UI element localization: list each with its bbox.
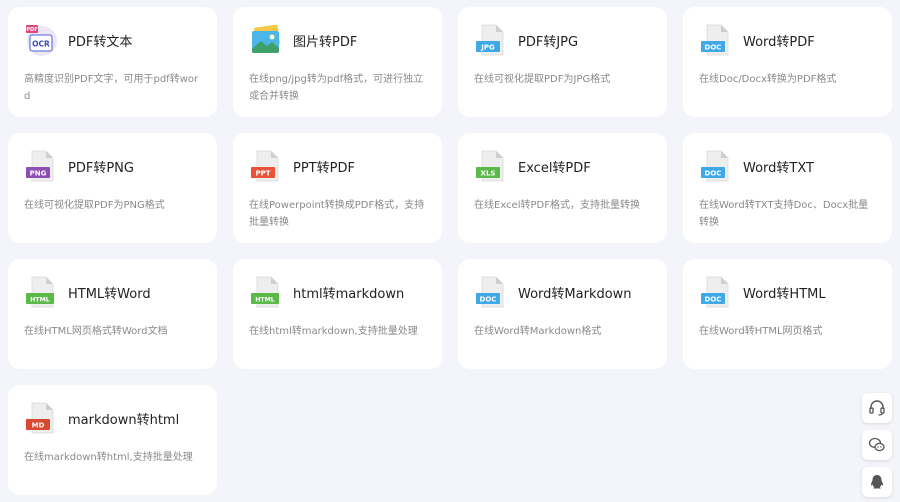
tool-card-title: Word转Markdown [518,286,632,302]
tool-card-title: PDF转PNG [68,160,134,176]
tool-card-title: Word转TXT [743,160,814,176]
tool-card-header: MD markdown转html [24,401,201,435]
tool-card-description: 在线markdown转html,支持批量处理 [24,452,193,463]
doc-file-icon: DOC [699,23,733,57]
tool-grid: PDF OCR PDF转文本高精度识别PDF文字，可用于pdf转word 图片转… [8,7,892,495]
tool-card-header: DOC Word转HTML [699,275,876,309]
xls-file-icon: XLS [474,149,508,183]
svg-text:DOC: DOC [705,296,722,304]
html-file-icon: HTML [249,275,283,309]
tool-card-title: Word转HTML [743,286,826,302]
doc-file-icon: DOC [474,275,508,309]
tool-card-header: HTML HTML转Word [24,275,201,309]
tool-card[interactable]: XLS Excel转PDF 在线Excel转PDF格式，支持批量转换 [458,133,667,243]
ocr-icon: PDF OCR [24,23,58,57]
tool-card[interactable]: DOC Word转TXT 在线Word转TXT支持Doc、Docx批量转换 [683,133,892,243]
tool-card-description: 在线Word转HTML网页格式 [699,326,823,337]
md-file-icon: MD [24,401,58,435]
tool-card-title: PDF转JPG [518,34,579,50]
tool-card-header: PDF OCR PDF转文本 [24,23,201,57]
svg-text:MD: MD [32,422,45,430]
tool-card-title: Excel转PDF [518,160,591,176]
svg-text:HTML: HTML [30,297,50,304]
tool-card-title: HTML转Word [68,286,151,302]
tool-card-title: PDF转文本 [68,34,133,50]
ppt-file-icon: PPT [249,149,283,183]
tool-card-title: Word转PDF [743,34,815,50]
tool-card-description: 在线png/jpg转为pdf格式，可进行独立或合并转换 [249,74,424,102]
tool-card-description: 在线HTML网页格式转Word文档 [24,326,168,337]
png-file-icon: PNG [24,149,58,183]
svg-text:HTML: HTML [255,297,275,304]
tool-card-header: DOC Word转Markdown [474,275,651,309]
svg-text:DOC: DOC [705,44,722,52]
tool-card-description: 在线Powerpoint转换成PDF格式，支持批量转换 [249,200,425,228]
tool-card[interactable]: HTML html转markdown 在线html转markdown,支持批量处理 [233,259,442,369]
tool-card-title: html转markdown [293,286,405,302]
tool-card-header: HTML html转markdown [249,275,426,309]
tool-card-description: 在线Word转TXT支持Doc、Docx批量转换 [699,200,869,228]
image-icon [249,23,283,57]
svg-text:XLS: XLS [481,170,496,178]
tool-card[interactable]: 图片转PDF 在线png/jpg转为pdf格式，可进行独立或合并转换 [233,7,442,117]
tool-card[interactable]: PDF OCR PDF转文本高精度识别PDF文字，可用于pdf转word [8,7,217,117]
tool-card-header: DOC Word转TXT [699,149,876,183]
tool-card[interactable]: JPG PDF转JPG 在线可视化提取PDF为JPG格式 [458,7,667,117]
svg-text:DOC: DOC [480,296,497,304]
headset-icon [869,400,885,416]
tool-card[interactable]: MD markdown转html 在线markdown转html,支持批量处理 [8,385,217,495]
doc-file-icon: DOC [699,149,733,183]
tool-card-title: 图片转PDF [293,34,358,50]
tool-card-header: DOC Word转PDF [699,23,876,57]
qq-button[interactable] [862,467,892,497]
tool-card-title: markdown转html [68,412,180,428]
tool-card[interactable]: DOC Word转Markdown 在线Word转Markdown格式 [458,259,667,369]
tool-card-title: PPT转PDF [293,160,355,176]
svg-text:PDF: PDF [26,27,37,33]
wechat-icon [868,437,885,452]
tool-card-description: 在线html转markdown,支持批量处理 [249,326,418,337]
tool-card-header: XLS Excel转PDF [474,149,651,183]
tool-card-header: PPT PPT转PDF [249,149,426,183]
tool-card-header: PNG PDF转PNG [24,149,201,183]
tool-card-description: 在线Word转Markdown格式 [474,326,602,337]
tool-card-description: 高精度识别PDF文字，可用于pdf转word [24,74,199,102]
wechat-button[interactable] [862,430,892,460]
qq-icon [871,475,883,489]
svg-text:JPG: JPG [480,44,495,52]
tool-card[interactable]: DOC Word转PDF 在线Doc/Docx转换为PDF格式 [683,7,892,117]
tool-card[interactable]: PNG PDF转PNG 在线可视化提取PDF为PNG格式 [8,133,217,243]
tool-card-header: 图片转PDF [249,23,426,57]
doc-file-icon: DOC [699,275,733,309]
jpg-file-icon: JPG [474,23,508,57]
tool-card-description: 在线Doc/Docx转换为PDF格式 [699,74,837,85]
html-file-icon: HTML [24,275,58,309]
tool-card-description: 在线Excel转PDF格式，支持批量转换 [474,200,640,211]
tool-card-description: 在线可视化提取PDF为PNG格式 [24,200,165,211]
tool-card[interactable]: DOC Word转HTML 在线Word转HTML网页格式 [683,259,892,369]
tool-card-header: JPG PDF转JPG [474,23,651,57]
tool-card[interactable]: HTML HTML转Word 在线HTML网页格式转Word文档 [8,259,217,369]
svg-text:PPT: PPT [255,170,270,178]
customer-service-button[interactable] [862,393,892,423]
svg-text:DOC: DOC [705,170,722,178]
svg-text:PNG: PNG [30,170,47,178]
tool-card[interactable]: PPT PPT转PDF 在线Powerpoint转换成PDF格式，支持批量转换 [233,133,442,243]
svg-text:OCR: OCR [32,40,50,49]
tool-card-description: 在线可视化提取PDF为JPG格式 [474,74,611,85]
